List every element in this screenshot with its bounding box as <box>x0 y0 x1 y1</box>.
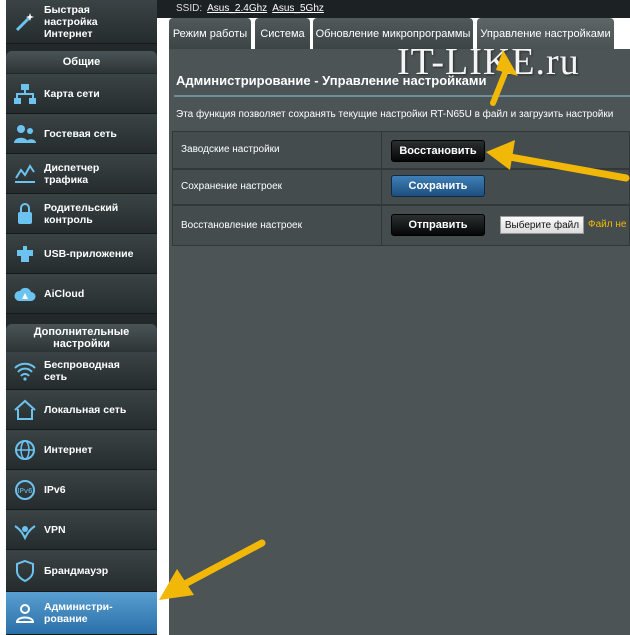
arrow-to-restore-button <box>486 140 630 182</box>
annotation-arrows <box>159 50 630 600</box>
arrow-to-settings-tab <box>490 50 518 106</box>
arrow-to-administration <box>159 539 266 600</box>
router-admin-page: { "watermark":"IT-LIKE.ru", "quick_setup… <box>0 0 630 635</box>
